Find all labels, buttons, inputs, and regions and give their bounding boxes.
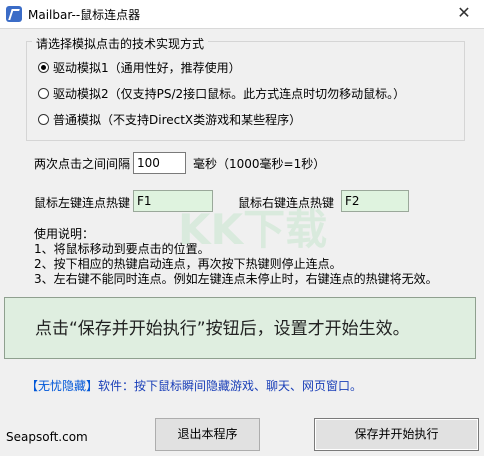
radio-driver-1[interactable]: 驱动模拟1（通用性好，推荐使用） bbox=[38, 58, 241, 76]
interval-unit: 毫秒（1000毫秒=1秒） bbox=[193, 157, 326, 171]
instruction-line: 1、将鼠标移动到要点击的位置。 bbox=[34, 242, 210, 256]
website-link[interactable]: Seapsoft.com bbox=[6, 430, 88, 444]
exit-button[interactable]: 退出本程序 bbox=[155, 418, 260, 451]
app-icon bbox=[6, 6, 22, 22]
instruction-line: 2、按下相应的热键启动连点，再次按下热键则停止连点。 bbox=[34, 257, 342, 271]
radio-driver-2[interactable]: 驱动模拟2（仅支持PS/2接口鼠标。此方式连点时切勿移动鼠标。） bbox=[38, 84, 405, 102]
promo-link[interactable]: 【无忧隐藏】软件：按下鼠标瞬间隐藏游戏、聊天、网页窗口。 bbox=[26, 377, 362, 394]
notice-text: 点击“保存并开始执行”按钮后，设置才开始生效。 bbox=[35, 319, 410, 339]
radio-label: 驱动模拟1（通用性好，推荐使用） bbox=[53, 60, 241, 75]
title-bar: Mailbar--鼠标连点器 ✕ bbox=[0, 0, 484, 29]
promo-text[interactable]: 软件：按下鼠标瞬间隐藏游戏、聊天、网页窗口。 bbox=[98, 379, 362, 393]
radio-label: 驱动模拟2（仅支持PS/2接口鼠标。此方式连点时切勿移动鼠标。） bbox=[53, 86, 406, 101]
instructions-heading: 使用说明： bbox=[34, 227, 95, 241]
instructions: 使用说明： 1、将鼠标移动到要点击的位置。 2、按下相应的热键启动连点，再次按下… bbox=[34, 227, 438, 287]
interval-input[interactable] bbox=[133, 152, 186, 174]
right-hotkey-input[interactable] bbox=[341, 190, 409, 212]
left-hotkey-label: 鼠标左键连点热键 bbox=[34, 196, 131, 210]
promo-brand[interactable]: 【无忧隐藏】 bbox=[26, 379, 98, 393]
interval-label: 两次点击之间间隔 bbox=[34, 157, 131, 171]
method-group-title: 请选择模拟点击的技术实现方式 bbox=[32, 35, 209, 52]
radio-button-checked[interactable] bbox=[38, 61, 49, 73]
save-start-button[interactable]: 保存并开始执行 bbox=[314, 418, 479, 451]
radio-button[interactable] bbox=[38, 87, 49, 99]
instruction-line: 3、左右键不能同时连点。例如左键连点未停止时，右键连点的热键将无效。 bbox=[34, 272, 438, 286]
radio-label: 普通模拟（不支持DirectX类游戏和某些程序） bbox=[53, 112, 302, 127]
notice-box: 点击“保存并开始执行”按钮后，设置才开始生效。 bbox=[4, 297, 476, 359]
right-hotkey-label: 鼠标右键连点热键 bbox=[238, 196, 335, 210]
left-hotkey-input[interactable] bbox=[133, 190, 213, 212]
radio-button[interactable] bbox=[38, 113, 49, 125]
window-title: Mailbar--鼠标连点器 bbox=[28, 8, 141, 22]
radio-normal[interactable]: 普通模拟（不支持DirectX类游戏和某些程序） bbox=[38, 110, 301, 128]
close-icon[interactable]: ✕ bbox=[450, 2, 478, 24]
